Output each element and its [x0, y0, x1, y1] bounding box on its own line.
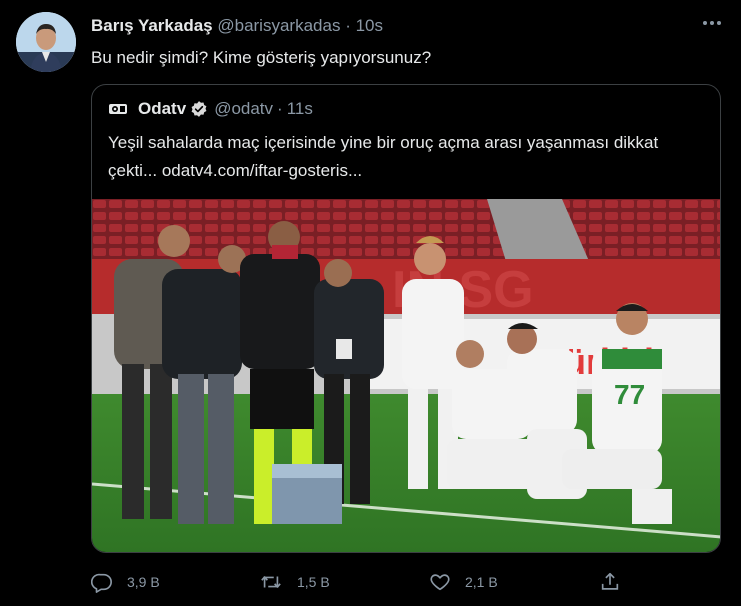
quoted-tweet-header: Odatv @odatv · 11s	[108, 99, 313, 119]
quoted-header-separator: ·	[277, 99, 283, 118]
quoted-author-name[interactable]: Odatv	[138, 99, 186, 119]
like-button[interactable]: 2,1 B	[429, 568, 498, 596]
header-separator: ·	[345, 16, 351, 35]
quoted-tweet-text: Yeşil sahalarda maç içerisinde yine bir …	[108, 133, 659, 180]
like-count: 2,1 B	[465, 574, 498, 590]
retweet-button[interactable]: 1,5 B	[259, 568, 330, 596]
svg-text:77: 77	[614, 379, 645, 410]
avatar[interactable]	[16, 12, 76, 72]
more-icon[interactable]	[698, 12, 726, 34]
quoted-tweet-card[interactable]: Odatv @odatv · 11s Yeşil sahalarda maç i…	[91, 84, 721, 553]
reply-icon	[91, 573, 112, 593]
author-name[interactable]: Barış Yarkadaş	[91, 16, 213, 35]
tweet-text: Bu nedir şimdi? Kime gösteriş yapıyorsun…	[91, 48, 432, 67]
odatv-logo-icon	[108, 99, 128, 119]
quoted-tweet-time[interactable]: 11s	[287, 99, 313, 119]
reply-button[interactable]: 3,9 B	[91, 568, 160, 596]
retweet-icon	[261, 576, 281, 588]
author-handle[interactable]: @barisyarkadas	[217, 16, 340, 35]
retweet-count: 1,5 B	[297, 574, 330, 590]
quoted-author-handle[interactable]: @odatv	[214, 99, 273, 119]
tweet-action-bar: 3,9 B 1,5 B 2,1 B	[91, 568, 631, 596]
share-button[interactable]	[599, 568, 635, 596]
quoted-tweet-photo[interactable]: IN SG türkiri	[92, 199, 721, 552]
reply-count: 3,9 B	[127, 574, 160, 590]
tweet-time[interactable]: 10s	[356, 16, 383, 35]
tweet-header: Barış Yarkadaş @barisyarkadas · 10s	[91, 16, 383, 36]
avatar-image	[16, 12, 76, 72]
heart-icon	[430, 574, 450, 591]
share-icon	[601, 572, 619, 590]
verified-badge-icon	[190, 100, 208, 118]
